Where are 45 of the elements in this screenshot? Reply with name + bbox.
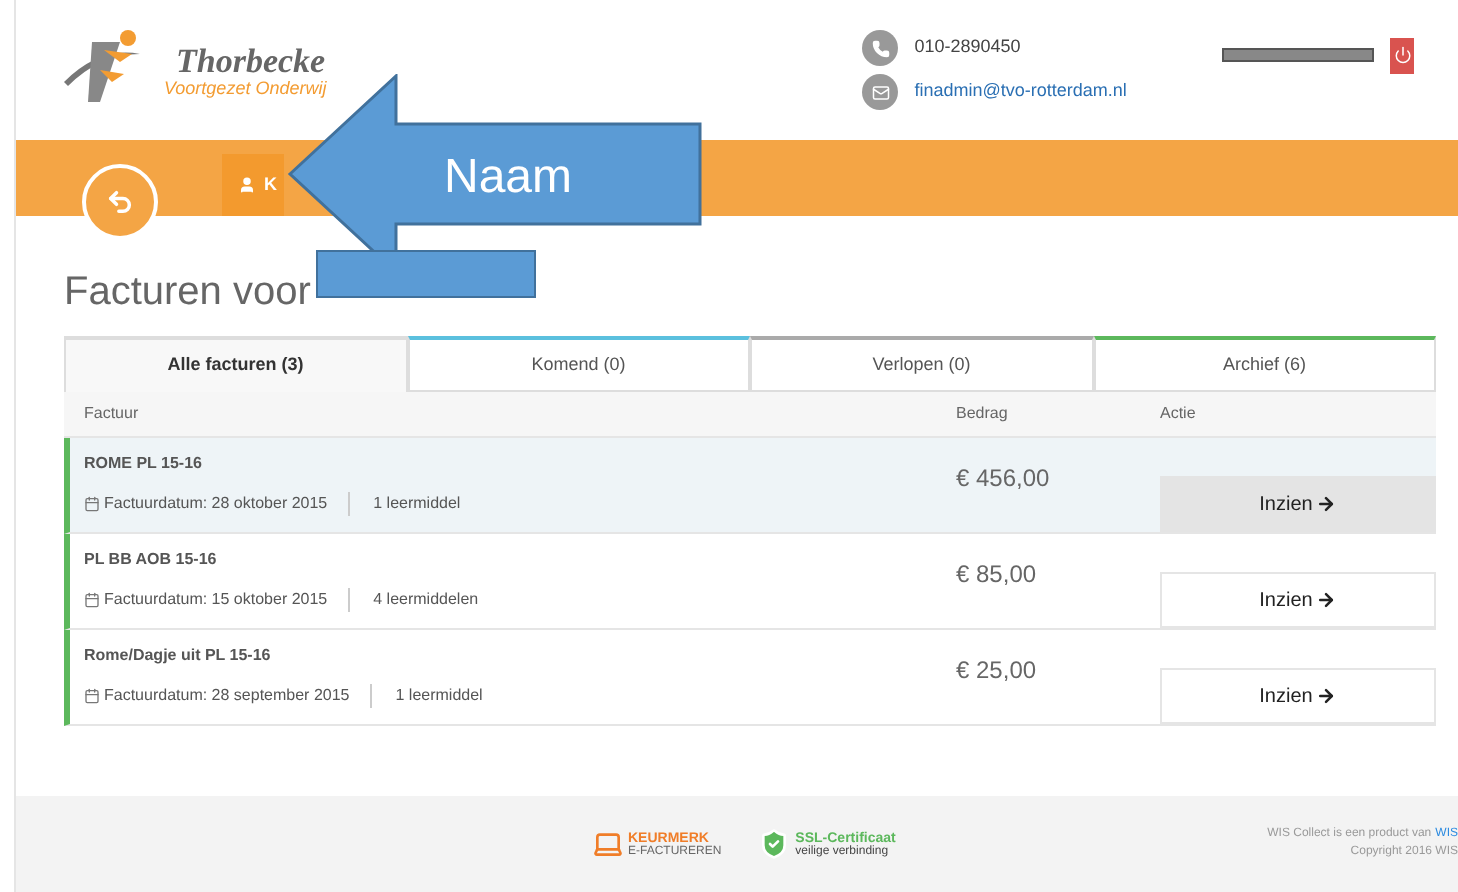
- laptop-icon: [592, 828, 624, 860]
- tab[interactable]: Alle facturen (3): [64, 336, 407, 392]
- item-count: 1 leermiddel: [395, 684, 483, 708]
- invoice-date: Factuurdatum: 28 september 2015: [104, 684, 372, 708]
- invoice-name: PL BB AOB 15-16: [84, 548, 219, 572]
- invoice-amount: € 456,00: [956, 462, 1052, 496]
- column-header: Factuur: [82, 402, 141, 426]
- mail-icon: [862, 74, 899, 110]
- arrow-right-icon: [1316, 686, 1337, 706]
- logo-tagline: Voortgezet Onderwij: [164, 79, 327, 97]
- back-icon: [106, 188, 134, 216]
- invoice-row[interactable]: PL BB AOB 15-16 Factuurdatum: 15 oktober 2015 4 leermiddelen € 85,00 Inzien: [64, 534, 1436, 630]
- invoice-row[interactable]: Rome/Dagje uit PL 15-16 Factuurdatum: 28 september 2015 1 leermiddel € 25,00 Inzien: [64, 630, 1436, 726]
- invoice-amount: € 85,00: [956, 558, 1039, 592]
- column-header: Bedrag: [956, 402, 1010, 426]
- item-count: 4 leermiddelen: [373, 588, 479, 612]
- invoice-name: Rome/Dagje uit PL 15-16: [84, 644, 273, 668]
- invoice-date: Factuurdatum: 28 oktober 2015: [104, 492, 350, 516]
- arrow-right-icon: [1316, 590, 1337, 610]
- callout-label: Naam: [444, 154, 573, 202]
- invoice-row[interactable]: ROME PL 15-16 Factuurdatum: 28 oktober 2015 1 leermiddel € 456,00 Inzien: [64, 438, 1436, 534]
- tab[interactable]: Komend (0): [407, 336, 750, 392]
- tab[interactable]: Verlopen (0): [750, 336, 1093, 392]
- item-count: 1 leermiddel: [373, 492, 461, 516]
- logout-button[interactable]: [1390, 37, 1414, 73]
- view-button[interactable]: Inzien: [1160, 476, 1436, 532]
- view-button[interactable]: Inzien: [1160, 668, 1436, 724]
- calendar-icon: [84, 496, 100, 512]
- view-button[interactable]: Inzien: [1160, 572, 1436, 628]
- invoice-date: Factuurdatum: 15 oktober 2015: [104, 588, 350, 612]
- calendar-icon: [84, 592, 100, 608]
- invoice-amount: € 25,00: [956, 654, 1039, 688]
- power-icon: [1393, 46, 1412, 64]
- email-link[interactable]: finadmin@tvo-rotterdam.nl: [914, 78, 1127, 106]
- arrow-right-icon: [1316, 494, 1337, 514]
- shield-icon: [757, 828, 790, 860]
- tab[interactable]: Archief (6): [1093, 336, 1436, 392]
- invoice-name: ROME PL 15-16: [84, 452, 204, 476]
- phone-icon: [862, 30, 899, 66]
- logo-name: Thorbecke: [176, 43, 327, 77]
- calendar-icon: [84, 688, 100, 704]
- column-header: Actie: [1160, 402, 1196, 426]
- phone-number: 010-2890450: [914, 34, 1021, 61]
- page-title: Facturen voor: [64, 268, 311, 318]
- user-icon: [238, 176, 256, 194]
